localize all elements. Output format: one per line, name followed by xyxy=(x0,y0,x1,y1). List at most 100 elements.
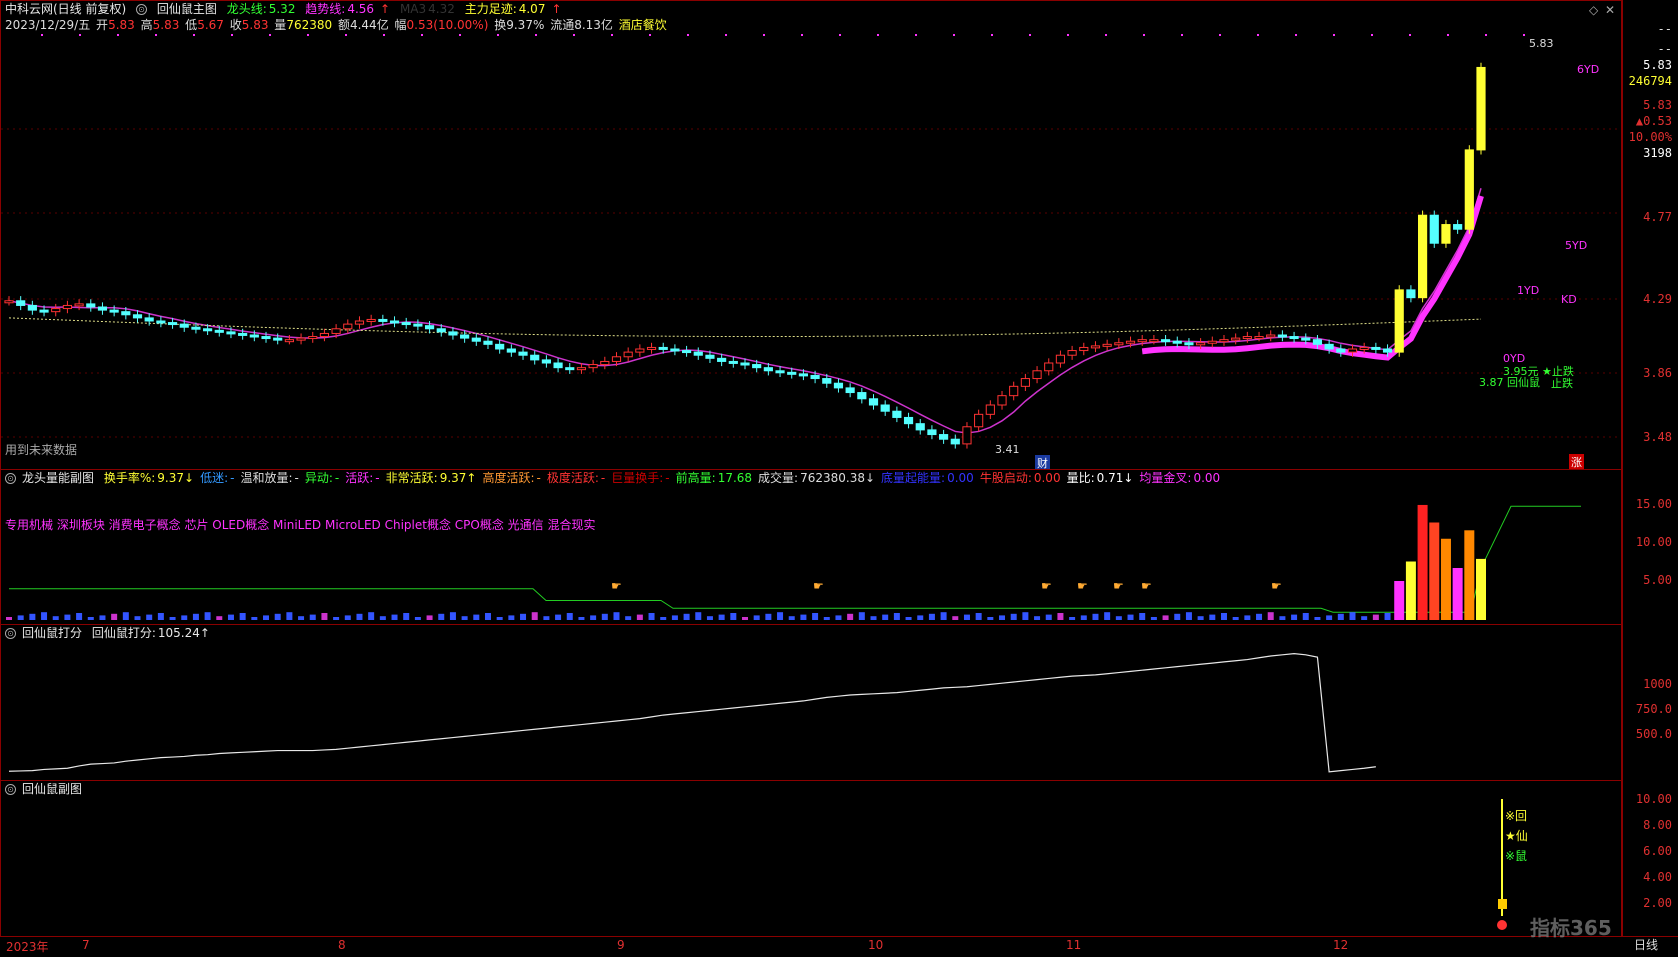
signal-dot xyxy=(1181,34,1183,36)
volume-bar xyxy=(613,612,620,620)
volume-bar xyxy=(1337,613,1344,620)
volume-bar xyxy=(1185,612,1192,620)
volume-bar xyxy=(1010,613,1017,620)
price-high-label: 5.83 xyxy=(1529,37,1554,50)
candle-body xyxy=(588,364,598,369)
pointer-icon: ☛ xyxy=(1041,579,1052,593)
volume-bar xyxy=(683,613,690,620)
volume-bar xyxy=(963,614,970,620)
volume-bar xyxy=(730,613,737,620)
candle-body xyxy=(471,337,481,342)
candle-body xyxy=(132,314,143,319)
volume-bar xyxy=(531,612,538,620)
candle-body xyxy=(16,300,26,306)
volume-bar xyxy=(134,616,141,620)
volume-bar xyxy=(146,614,153,620)
candle-body xyxy=(413,323,423,327)
volume-panel[interactable]: ⊙ 龙头量能副图 换手率%: 9.37↓ 低迷: - 温和放量: - 异动: - 活跃: - 非常活跃… xyxy=(0,469,1622,625)
volume-bar xyxy=(1452,568,1463,620)
volume-bar xyxy=(905,617,912,620)
volume-bar xyxy=(461,616,468,620)
signal-dot xyxy=(1257,34,1259,36)
volume-bar xyxy=(1139,613,1146,620)
volume-bar xyxy=(64,614,71,620)
volume-bar xyxy=(122,612,129,620)
score-line-chart[interactable] xyxy=(1,625,1621,782)
candle-body xyxy=(740,362,750,366)
candle-body xyxy=(845,387,855,394)
volume-bar xyxy=(1080,615,1087,620)
volume-bar xyxy=(788,616,795,620)
candle-body xyxy=(646,346,657,350)
axis-tick: 10.00 xyxy=(1635,535,1672,549)
score-panel[interactable]: ⊙ 回仙鼠打分 回仙鼠打分: 105.24↑ xyxy=(0,624,1622,781)
pointer-icon: ☛ xyxy=(1271,579,1282,593)
signal-dot xyxy=(915,34,917,36)
volume-bar xyxy=(1045,614,1052,620)
signal-dot xyxy=(573,34,575,36)
candle-body xyxy=(1453,224,1463,230)
main-chart-panel[interactable]: 中科云网(日线 前复权) ⊙ 回仙鼠主图 龙头线: 5.32 趋势线: 4.56 ↑ … xyxy=(0,0,1622,471)
candle-body xyxy=(763,367,773,372)
candle-body xyxy=(1114,342,1124,346)
signal-dot xyxy=(1409,34,1411,36)
volume-bar xyxy=(1150,617,1157,620)
volume-bar xyxy=(800,614,807,620)
signal-dot xyxy=(1219,34,1221,36)
volume-bar xyxy=(543,616,550,620)
candle-body xyxy=(1207,340,1217,344)
candle-body xyxy=(857,392,867,400)
signal-dot xyxy=(497,34,499,36)
signal-dot xyxy=(1067,34,1069,36)
volume-bar xyxy=(1314,617,1321,620)
volume-bar xyxy=(496,617,503,620)
pointer-icon: ☛ xyxy=(611,579,622,593)
volume-bar xyxy=(449,612,456,620)
signal-dot xyxy=(1523,34,1525,36)
axis-tick: 4.77 xyxy=(1643,210,1672,224)
candle-body xyxy=(214,329,224,333)
candle-body xyxy=(378,318,388,322)
pointer-icon: ☛ xyxy=(813,579,824,593)
signal-dot xyxy=(155,34,157,36)
yd1-label: 1YD xyxy=(1517,284,1540,297)
volume-chart[interactable]: ☛ ☛ ☛ ☛ ☛ ☛ ☛ xyxy=(1,470,1621,626)
volume-bar xyxy=(555,614,562,620)
volume-bar xyxy=(671,615,678,620)
candle-body xyxy=(167,322,178,326)
volume-bar xyxy=(1209,614,1216,620)
candle-body xyxy=(1196,342,1206,346)
main-candlestick-chart[interactable] xyxy=(1,1,1621,471)
period-button[interactable]: 日线 xyxy=(1634,936,1658,953)
watermark-logo: 指标365 xyxy=(1530,912,1612,941)
volume-bar xyxy=(1022,612,1029,620)
candle-body xyxy=(658,346,668,350)
volume-bar xyxy=(508,615,515,620)
volume-bar xyxy=(29,613,36,620)
signal-block xyxy=(1498,899,1507,909)
candle-body xyxy=(518,351,528,356)
volume-bar xyxy=(1092,613,1099,620)
volume-bar xyxy=(858,612,865,620)
candle-body xyxy=(1020,378,1030,387)
candle-body xyxy=(670,348,680,352)
candle-body xyxy=(985,404,995,415)
sub-panel[interactable]: ⊙ 回仙鼠副图 ※回 ★仙 ※鼠 xyxy=(0,780,1622,937)
signal-dot xyxy=(953,34,955,36)
x-label-aug: 8 xyxy=(338,938,346,952)
volume-bar xyxy=(52,616,59,620)
candle-body xyxy=(401,322,411,326)
volume-bar xyxy=(706,616,713,620)
limit-up-badge[interactable]: 涨 xyxy=(1569,454,1584,470)
signal-dot xyxy=(421,34,423,36)
volume-bar xyxy=(157,613,164,620)
candle-body xyxy=(1289,336,1299,340)
volume-bar xyxy=(227,614,234,620)
candle-body xyxy=(1382,348,1393,353)
prev-high-vol-line xyxy=(9,505,1581,613)
volume-bar xyxy=(882,614,889,620)
volume-bar xyxy=(718,614,725,620)
signal-chart[interactable] xyxy=(1,781,1621,938)
candle-body xyxy=(273,337,283,341)
axis-tick: 15.00 xyxy=(1635,497,1672,511)
